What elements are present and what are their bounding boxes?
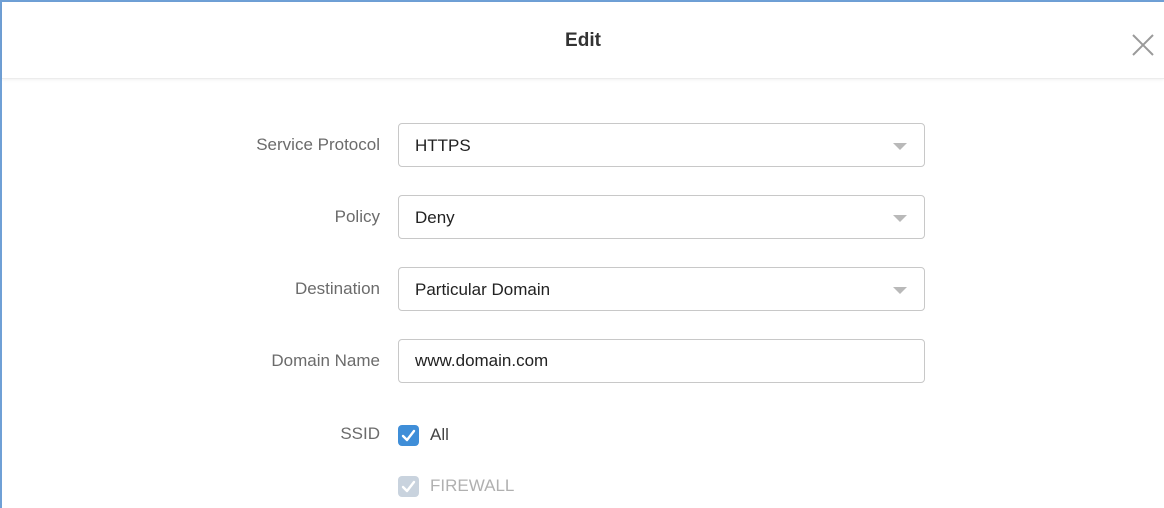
service-protocol-value: HTTPS — [415, 136, 471, 155]
dialog-title: Edit — [565, 30, 601, 51]
ssid-firewall-row: FIREWALL — [2, 463, 1164, 507]
chevron-down-icon — [893, 215, 907, 222]
service-protocol-label: Service Protocol — [256, 135, 380, 154]
ssid-row: SSID All — [2, 412, 1164, 456]
policy-label: Policy — [334, 207, 380, 226]
domain-name-row: Domain Name — [2, 339, 1164, 383]
ssid-all-label: All — [430, 425, 449, 444]
destination-row: Destination Particular Domain — [2, 267, 1164, 311]
ssid-firewall-label: FIREWALL — [430, 476, 515, 495]
service-protocol-row: Service Protocol HTTPS — [2, 123, 1164, 167]
destination-select[interactable]: Particular Domain — [398, 267, 925, 311]
check-icon — [401, 480, 416, 493]
edit-dialog: Edit Service Protocol HTTPS Policy Deny … — [0, 0, 1164, 508]
ssid-label: SSID — [340, 424, 380, 443]
domain-name-input[interactable] — [398, 339, 925, 383]
domain-name-label: Domain Name — [271, 351, 380, 370]
check-icon — [401, 429, 416, 442]
dialog-header: Edit — [2, 2, 1164, 79]
destination-value: Particular Domain — [415, 280, 551, 299]
policy-select[interactable]: Deny — [398, 195, 925, 239]
ssid-all-checkbox[interactable] — [398, 425, 419, 446]
policy-value: Deny — [415, 208, 455, 227]
service-protocol-select[interactable]: HTTPS — [398, 123, 925, 167]
destination-label: Destination — [294, 279, 380, 298]
policy-row: Policy Deny — [2, 195, 1164, 239]
chevron-down-icon — [893, 143, 907, 150]
close-icon-graphic — [1132, 34, 1154, 56]
close-icon[interactable] — [1130, 32, 1156, 58]
chevron-down-icon — [893, 287, 907, 294]
ssid-firewall-checkbox[interactable] — [398, 476, 419, 497]
